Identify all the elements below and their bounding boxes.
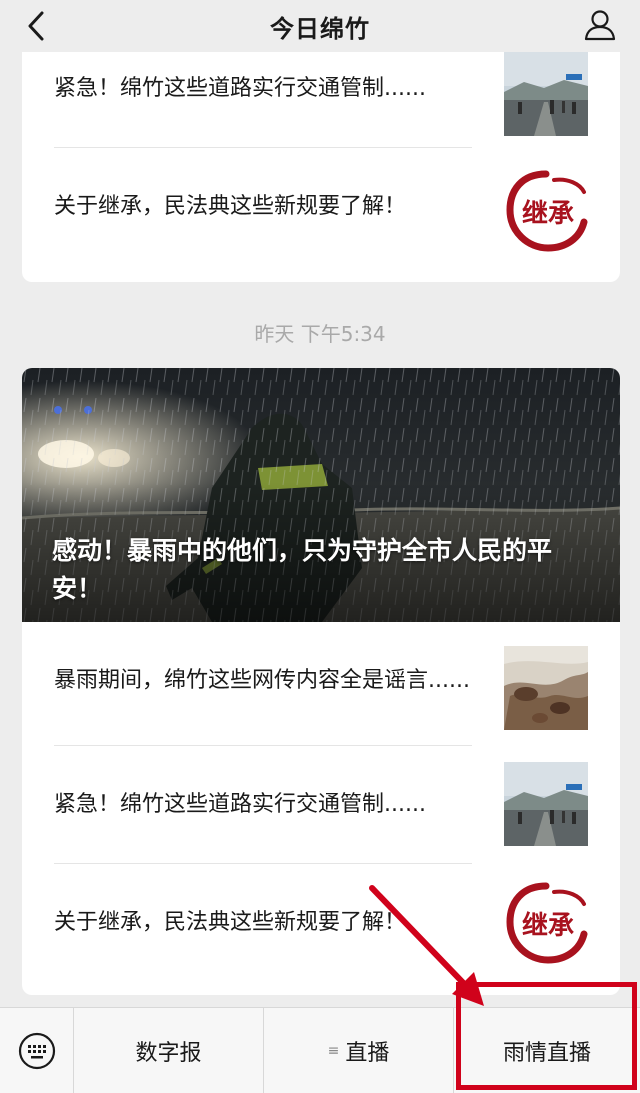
menu-live[interactable]: ≡ 直播 <box>264 1008 454 1093</box>
keyboard-icon <box>18 1032 55 1070</box>
list-item[interactable]: 关于继承，民法典这些新规要了解！ 继承 <box>22 148 620 265</box>
inheritance-logo-thumbnail: 继承 <box>504 168 588 252</box>
article-title: 紧急！绵竹这些道路实行交通管制...... <box>54 791 426 817</box>
timestamp: 昨天 下午5:34 <box>254 322 386 346</box>
article-title: 关于继承，民法典这些新规要了解！ <box>54 193 407 219</box>
page: 今日绵竹 紧急！绵竹这些道路实行交通管制...... 关于继承，民法典这些新规要… <box>0 0 640 1093</box>
list-icon: ≡ <box>327 1043 340 1059</box>
menu-label: 数字报 <box>135 1041 202 1066</box>
back-button[interactable] <box>18 6 54 46</box>
logo-text: 继承 <box>522 198 574 229</box>
person-icon <box>584 10 616 41</box>
annotation-highlight-box <box>456 982 637 1090</box>
menu-digital-paper[interactable]: 数字报 <box>74 1008 264 1093</box>
hero-article[interactable]: 感动！暴雨中的他们，只为守护全市人民的平安！ <box>22 368 620 622</box>
page-title: 今日绵竹 <box>270 14 370 43</box>
flood-thumbnail <box>504 646 588 730</box>
chevron-left-icon <box>28 11 44 41</box>
list-item[interactable]: 紧急！绵竹这些道路实行交通管制...... <box>22 746 620 863</box>
article-title: 关于继承，民法典这些新规要了解！ <box>54 909 407 935</box>
earlier-article-card: 紧急！绵竹这些道路实行交通管制...... 关于继承，民法典这些新规要了解！ 继… <box>22 30 620 282</box>
hero-title: 感动！暴雨中的他们，只为守护全市人民的平安！ <box>52 536 553 603</box>
road-thumbnail <box>504 762 588 846</box>
logo-text: 继承 <box>522 910 574 941</box>
menu-label: 直播 <box>345 1041 390 1066</box>
profile-button[interactable] <box>580 4 620 46</box>
nav-bar: 今日绵竹 <box>0 0 640 52</box>
inheritance-logo-thumbnail: 继承 <box>504 880 588 964</box>
keyboard-toggle-button[interactable] <box>0 1008 74 1093</box>
road-thumbnail <box>504 52 588 136</box>
article-card: 感动！暴雨中的他们，只为守护全市人民的平安！ 暴雨期间，绵竹这些网传内容全是谣言… <box>22 368 620 995</box>
article-title: 暴雨期间，绵竹这些网传内容全是谣言...... <box>54 667 470 693</box>
list-item[interactable]: 关于继承，民法典这些新规要了解！ 继承 <box>22 864 620 981</box>
list-item[interactable]: 暴雨期间，绵竹这些网传内容全是谣言...... <box>22 622 620 739</box>
